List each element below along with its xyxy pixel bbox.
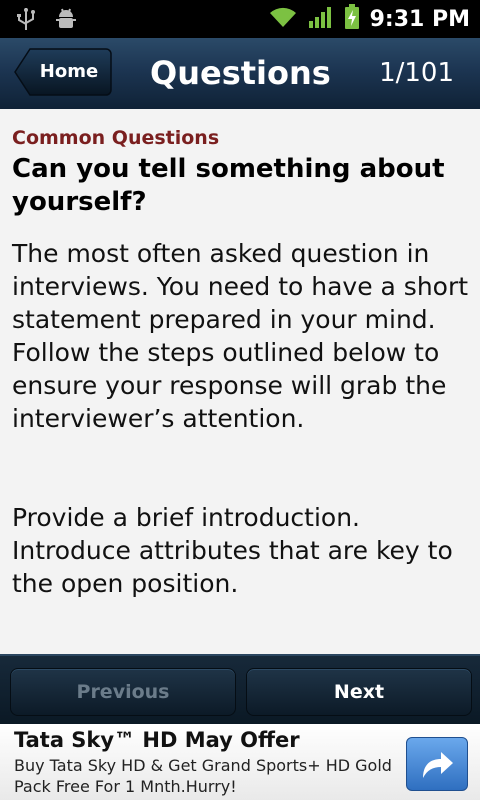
signal-icon — [308, 5, 334, 33]
question-content: Common Questions Can you tell something … — [0, 109, 480, 654]
answer-paragraph: Introduce attributes that are key to the… — [12, 536, 453, 598]
app-header: Home Questions 1/101 — [0, 38, 480, 110]
ad-banner[interactable]: Tata Sky™ HD May Offer Buy Tata Sky HD &… — [0, 724, 480, 800]
previous-button[interactable]: Previous — [10, 668, 236, 716]
ad-action-button[interactable] — [406, 737, 468, 791]
battery-charging-icon — [344, 4, 360, 34]
home-button-label: Home — [39, 61, 99, 82]
answer-paragraph: Provide a brief introduction. — [12, 503, 360, 532]
page-title: Questions — [150, 54, 331, 92]
question-text: Can you tell something about yourself? — [12, 154, 445, 217]
home-button[interactable]: Home — [14, 48, 112, 96]
status-time: 9:31 PM — [369, 6, 470, 32]
question-counter: 1/101 — [379, 58, 454, 88]
wifi-icon — [268, 5, 298, 33]
usb-icon — [16, 6, 36, 36]
status-bar: 9:31 PM — [0, 0, 480, 38]
answer-paragraph: Follow the steps outlined below to ensur… — [12, 338, 447, 433]
nav-bar: Previous Next — [0, 654, 480, 726]
question-category: Common Questions — [12, 127, 220, 149]
android-debug-icon — [54, 6, 78, 36]
ad-title: Tata Sky™ HD May Offer — [14, 728, 300, 752]
answer-text: The most often asked question in intervi… — [12, 237, 472, 600]
answer-paragraph: The most often asked question in intervi… — [12, 239, 469, 334]
ad-text: Buy Tata Sky HD & Get Grand Sports+ HD G… — [14, 756, 392, 796]
next-button[interactable]: Next — [246, 668, 472, 716]
